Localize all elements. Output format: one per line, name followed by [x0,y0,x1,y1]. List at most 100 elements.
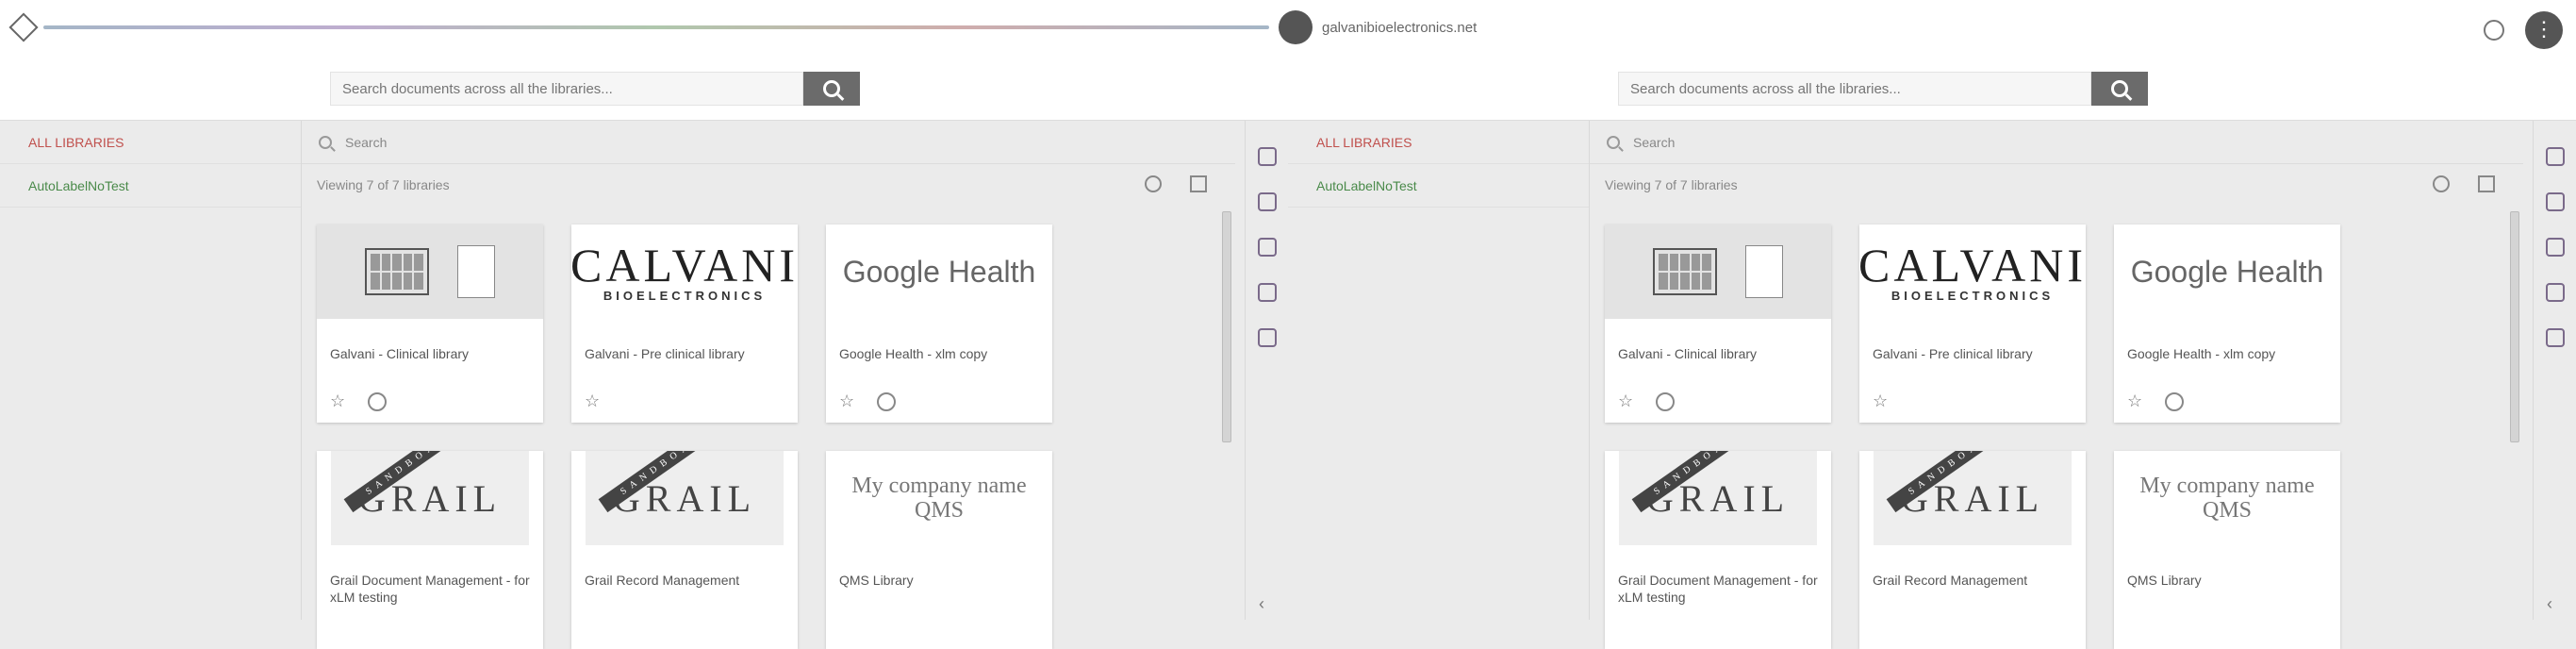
right-toolbar: ‹ [1245,121,1288,620]
library-card[interactable]: CALVANI BIOELECTRONICS Galvani - Pre cli… [1859,225,2086,423]
card-title: Galvani - Pre clinical library [585,346,745,361]
library-card[interactable]: Galvani - Clinical library ☆ [1605,225,1831,423]
calvani-logo-subtitle: BIOELECTRONICS [1891,288,2055,303]
user-menu-button[interactable] [2525,11,2563,49]
scrollbar-thumb[interactable] [2510,211,2519,442]
qms-logo: My company name QMS [2139,474,2315,523]
card-thumbnail: My company name QMS [2114,451,2340,545]
help-icon[interactable] [1257,147,1277,166]
card-thumbnail [1605,225,1831,319]
library-card[interactable]: CALVANI BIOELECTRONICS Galvani - Pre cli… [571,225,798,423]
search-row [1288,55,2576,121]
card-thumbnail: SANDBOX GRAIL [317,451,543,545]
help-icon[interactable] [2484,20,2504,41]
document-icon [457,245,495,298]
calvani-logo: CALVANI [571,238,798,291]
user-icon[interactable] [1257,328,1277,347]
tag-icon[interactable] [2545,238,2565,257]
top-bar: galvanibioelectronics.net [0,0,2576,55]
home-logo-icon[interactable] [8,12,39,42]
card-title: Grail Record Management [1873,573,2028,588]
favorite-icon[interactable]: ☆ [1873,391,1888,411]
card-title: Grail Document Management - for xLM test… [1618,573,1818,605]
library-card[interactable]: Galvani - Clinical library ☆ [317,225,543,423]
navigation-dot-icon[interactable] [1279,10,1313,44]
scrollbar[interactable] [2510,211,2519,620]
breadcrumb: galvanibioelectronics.net [8,10,1477,44]
library-search [330,72,860,106]
grail-logo: SANDBOX GRAIL [1874,451,2072,545]
card-thumbnail: CALVANI BIOELECTRONICS [1859,225,2086,319]
sidebar-item-autolabelnotest[interactable]: AutoLabelNoTest [0,164,301,208]
card-title: Galvani - Clinical library [330,346,470,361]
calendar-icon [1653,248,1717,295]
members-icon[interactable] [368,392,387,411]
library-content: Search Viewing 7 of 7 libraries Galvani … [1590,121,2565,649]
help-icon[interactable] [2545,147,2565,166]
filter-bar[interactable]: Search [302,121,1235,164]
card-title: Google Health - xlm copy [839,346,988,361]
scrollbar-thumb[interactable] [1222,211,1231,442]
help-icon[interactable] [1145,175,1162,192]
help-icon[interactable] [2433,175,2450,192]
sidebar: ALL LIBRARIES AutoLabelNoTest [0,121,302,620]
card-title: QMS Library [839,573,914,588]
favorite-icon[interactable]: ☆ [2127,391,2142,411]
favorite-icon[interactable]: ☆ [585,391,600,411]
user-icon[interactable] [2545,328,2565,347]
filter-icon[interactable] [2545,283,2565,302]
card-title: Google Health - xlm copy [2127,346,2276,361]
search-row [0,55,1288,121]
search-input[interactable] [330,72,803,106]
chevron-left-icon[interactable]: ‹ [1259,594,1264,614]
grid-view-icon[interactable] [2478,175,2495,192]
favorite-icon[interactable]: ☆ [839,391,854,411]
library-card[interactable]: Google Health Google Health - xlm copy ☆ [2114,225,2340,423]
library-pane: ALL LIBRARIES AutoLabelNoTest Search Vie… [1288,121,2576,649]
sidebar-item-all-libraries[interactable]: ALL LIBRARIES [0,121,301,164]
calvani-logo: CALVANI [1859,238,2086,291]
folder-icon[interactable] [1257,192,1277,211]
card-thumbnail: SANDBOX GRAIL [1859,451,2086,545]
sidebar-item-all-libraries[interactable]: ALL LIBRARIES [1288,121,1589,164]
card-thumbnail: SANDBOX GRAIL [571,451,798,545]
library-content: Search Viewing 7 of 7 libraries Galvani … [302,121,1277,649]
members-icon[interactable] [2165,392,2184,411]
library-count-bar: Viewing 7 of 7 libraries [302,164,1235,206]
search-button[interactable] [803,72,860,106]
library-card[interactable]: Google Health Google Health - xlm copy ☆ [826,225,1052,423]
favorite-icon[interactable]: ☆ [1618,391,1633,411]
breadcrumb-path [43,25,1269,29]
sidebar-item-autolabelnotest[interactable]: AutoLabelNoTest [1288,164,1589,208]
grail-logo: SANDBOX GRAIL [1619,451,1817,545]
google-health-logo: Google Health [2130,254,2324,289]
filter-input[interactable]: Search [1633,135,1675,150]
folder-icon[interactable] [2545,192,2565,211]
members-icon[interactable] [1656,392,1675,411]
grid-view-icon[interactable] [1190,175,1207,192]
sidebar: ALL LIBRARIES AutoLabelNoTest [1288,121,1590,620]
members-icon[interactable] [877,392,896,411]
library-count: Viewing 7 of 7 libraries [1605,177,1738,192]
chevron-left-icon[interactable]: ‹ [2547,594,2552,614]
card-thumbnail: Google Health [2114,225,2340,319]
right-toolbar: ‹ [2533,121,2576,620]
card-title: Galvani - Clinical library [1618,346,1758,361]
favorite-icon[interactable]: ☆ [330,391,345,411]
search-button[interactable] [2091,72,2148,106]
scrollbar[interactable] [1222,211,1231,620]
filter-bar[interactable]: Search [1590,121,2523,164]
card-thumbnail: SANDBOX GRAIL [1605,451,1831,545]
search-input[interactable] [1618,72,2091,106]
card-thumbnail: My company name QMS [826,451,1052,545]
tag-icon[interactable] [1257,238,1277,257]
calendar-icon [365,248,429,295]
google-health-logo: Google Health [842,254,1036,289]
card-thumbnail: Google Health [826,225,1052,319]
library-count-bar: Viewing 7 of 7 libraries [1590,164,2523,206]
search-icon [823,80,840,97]
filter-input[interactable]: Search [345,135,387,150]
library-pane: ALL LIBRARIES AutoLabelNoTest Search Vie… [0,121,1288,649]
filter-icon[interactable] [1257,283,1277,302]
search-icon [1607,135,1620,149]
